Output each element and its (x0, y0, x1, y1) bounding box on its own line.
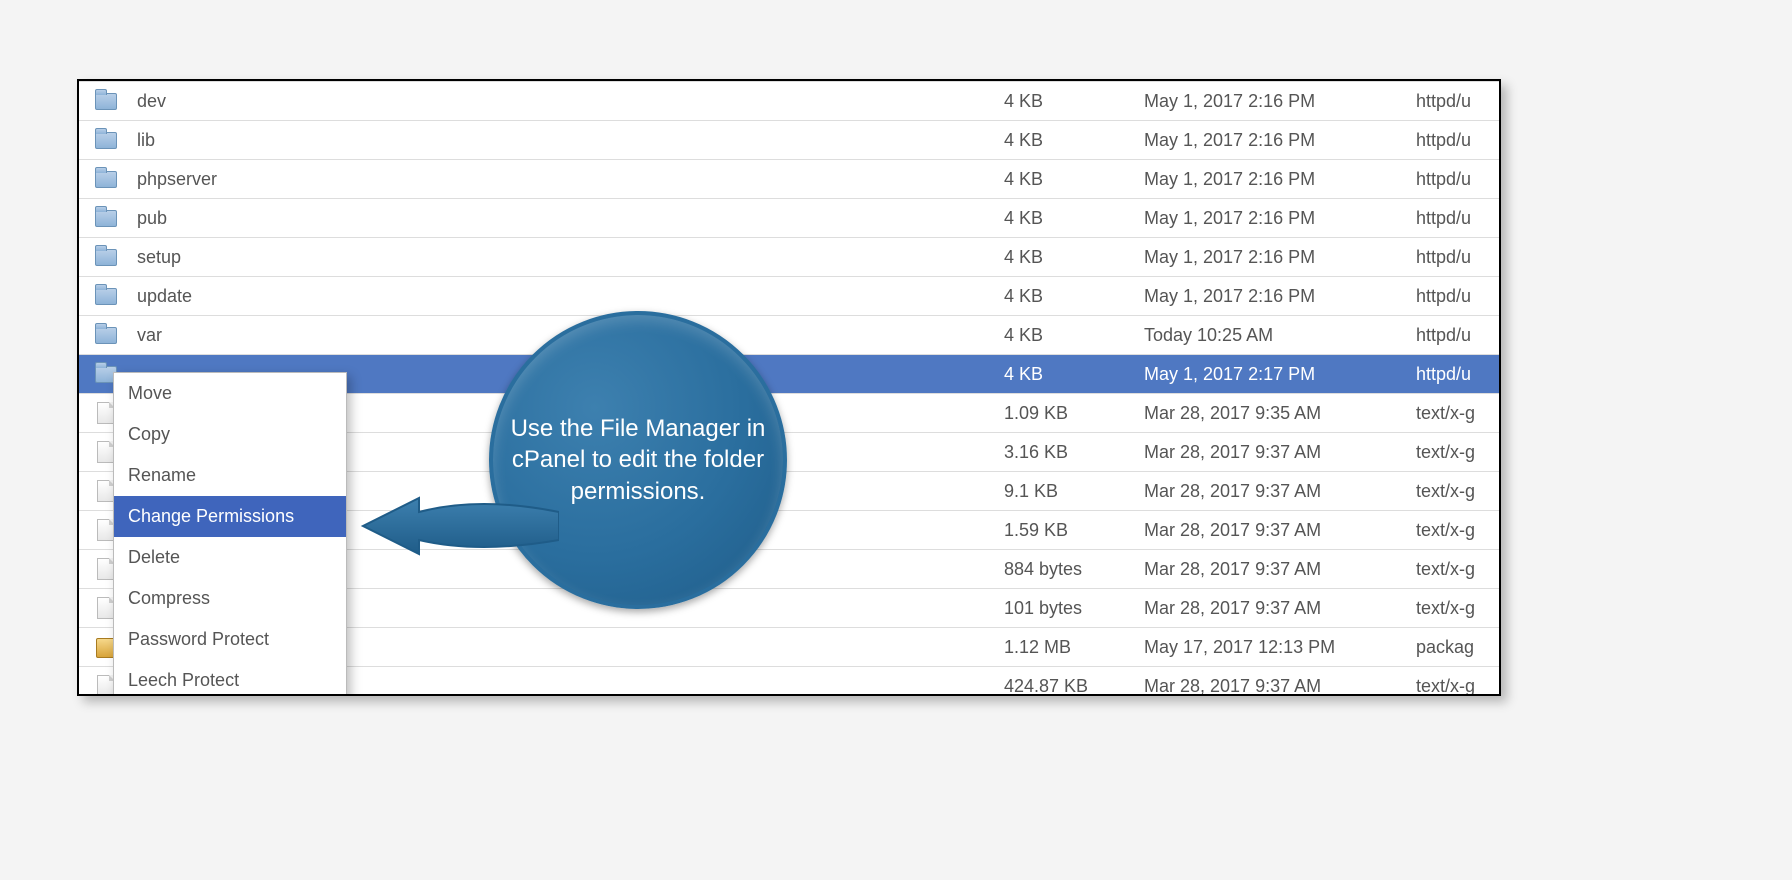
table-row[interactable]: var4 KBToday 10:25 AMhttpd/u (79, 316, 1499, 355)
file-size: 4 KB (1000, 355, 1140, 394)
table-row[interactable]: phpserver4 KBMay 1, 2017 2:16 PMhttpd/u (79, 160, 1499, 199)
file-size: 1.59 KB (1000, 511, 1140, 550)
file-date: Mar 28, 2017 9:37 AM (1140, 433, 1412, 472)
file-type: httpd/u (1412, 355, 1499, 394)
file-date: Today 10:25 AM (1140, 316, 1412, 355)
file-size: 4 KB (1000, 121, 1140, 160)
table-row[interactable]: pub4 KBMay 1, 2017 2:16 PMhttpd/u (79, 199, 1499, 238)
file-date: Mar 28, 2017 9:37 AM (1140, 511, 1412, 550)
file-date: Mar 28, 2017 9:37 AM (1140, 667, 1412, 697)
file-date: May 1, 2017 2:16 PM (1140, 160, 1412, 199)
file-name: lib (133, 121, 1000, 160)
file-size: 4 KB (1000, 238, 1140, 277)
file-size: 3.16 KB (1000, 433, 1140, 472)
file-date: May 17, 2017 12:13 PM (1140, 628, 1412, 667)
table-row[interactable]: update4 KBMay 1, 2017 2:16 PMhttpd/u (79, 277, 1499, 316)
context-menu-item[interactable]: Leech Protect (114, 660, 346, 696)
file-type: httpd/u (1412, 277, 1499, 316)
file-size: 884 bytes (1000, 550, 1140, 589)
file-type: text/x-g (1412, 511, 1499, 550)
file-date: May 1, 2017 2:16 PM (1140, 238, 1412, 277)
file-date: Mar 28, 2017 9:35 AM (1140, 394, 1412, 433)
file-size: 9.1 KB (1000, 472, 1140, 511)
file-name: dev (133, 82, 1000, 121)
file-date: Mar 28, 2017 9:37 AM (1140, 550, 1412, 589)
file-date: May 1, 2017 2:17 PM (1140, 355, 1412, 394)
context-menu-item[interactable]: Rename (114, 455, 346, 496)
file-name: var (133, 316, 1000, 355)
folder-icon (95, 132, 117, 149)
file-type: packag (1412, 628, 1499, 667)
file-type: text/x-g (1412, 472, 1499, 511)
context-menu-item[interactable]: Change Permissions (114, 496, 346, 537)
folder-icon (95, 210, 117, 227)
file-date: Mar 28, 2017 9:37 AM (1140, 472, 1412, 511)
file-name: pub (133, 199, 1000, 238)
file-size: 4 KB (1000, 277, 1140, 316)
file-date: Mar 28, 2017 9:37 AM (1140, 589, 1412, 628)
file-size: 4 KB (1000, 82, 1140, 121)
context-menu-item[interactable]: Copy (114, 414, 346, 455)
context-menu-item[interactable]: Delete (114, 537, 346, 578)
file-size: 4 KB (1000, 199, 1140, 238)
file-type: httpd/u (1412, 199, 1499, 238)
folder-icon (95, 249, 117, 266)
table-row[interactable]: dev4 KBMay 1, 2017 2:16 PMhttpd/u (79, 82, 1499, 121)
context-menu-item[interactable]: Move (114, 373, 346, 414)
file-type: text/x-g (1412, 394, 1499, 433)
context-menu-item[interactable]: Compress (114, 578, 346, 619)
folder-icon (95, 93, 117, 110)
file-manager-panel: dev4 KBMay 1, 2017 2:16 PMhttpd/ulib4 KB… (77, 79, 1501, 696)
file-date: May 1, 2017 2:16 PM (1140, 121, 1412, 160)
stage: dev4 KBMay 1, 2017 2:16 PMhttpd/ulib4 KB… (0, 0, 1792, 880)
folder-icon (95, 327, 117, 344)
table-row[interactable]: setup4 KBMay 1, 2017 2:16 PMhttpd/u (79, 238, 1499, 277)
file-type: httpd/u (1412, 121, 1499, 160)
file-size: 1.12 MB (1000, 628, 1140, 667)
file-size: 4 KB (1000, 160, 1140, 199)
file-type: httpd/u (1412, 160, 1499, 199)
folder-icon (95, 171, 117, 188)
file-size: 101 bytes (1000, 589, 1140, 628)
file-type: httpd/u (1412, 238, 1499, 277)
file-name: update (133, 277, 1000, 316)
context-menu-item[interactable]: Password Protect (114, 619, 346, 660)
file-type: text/x-g (1412, 433, 1499, 472)
file-date: May 1, 2017 2:16 PM (1140, 82, 1412, 121)
file-date: May 1, 2017 2:16 PM (1140, 277, 1412, 316)
file-size: 424.87 KB (1000, 667, 1140, 697)
context-menu: MoveCopyRenameChange PermissionsDeleteCo… (113, 372, 347, 696)
folder-icon (95, 288, 117, 305)
file-size: 4 KB (1000, 316, 1140, 355)
file-size: 1.09 KB (1000, 394, 1140, 433)
file-type: text/x-g (1412, 589, 1499, 628)
file-name: setup (133, 238, 1000, 277)
file-type: httpd/u (1412, 316, 1499, 355)
file-type: text/x-g (1412, 550, 1499, 589)
file-name: phpserver (133, 160, 1000, 199)
file-type: httpd/u (1412, 82, 1499, 121)
file-type: text/x-g (1412, 667, 1499, 697)
file-date: May 1, 2017 2:16 PM (1140, 199, 1412, 238)
table-row[interactable]: lib4 KBMay 1, 2017 2:16 PMhttpd/u (79, 121, 1499, 160)
